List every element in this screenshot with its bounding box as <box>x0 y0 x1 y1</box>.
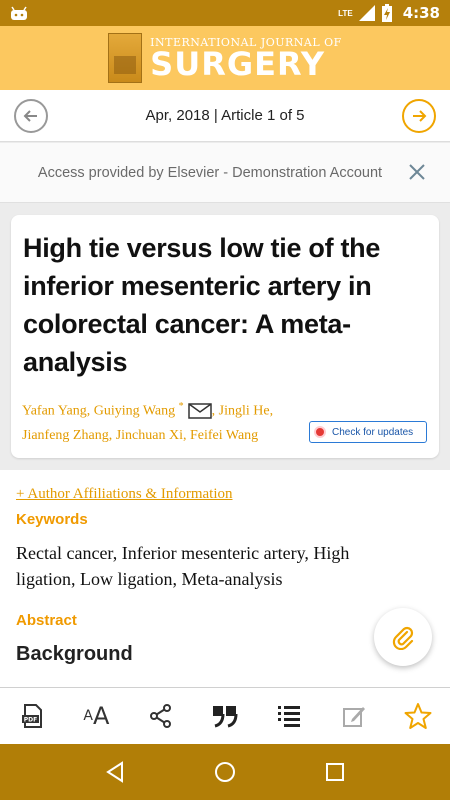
status-bar: LTE 4:38 <box>0 0 450 26</box>
signal-icon <box>358 5 375 21</box>
bottom-toolbar: PDF AA <box>0 687 450 744</box>
abstract-heading: Abstract <box>16 612 77 629</box>
check-for-updates-button[interactable]: Check for updates <box>309 421 427 443</box>
access-banner: Access provided by Elsevier - Demonstrat… <box>0 143 450 203</box>
journal-title-large: SURGERY <box>150 44 326 83</box>
article-title: High tie versus low tie of the inferior … <box>23 233 381 377</box>
note-icon <box>342 707 365 727</box>
cite-button[interactable] <box>205 696 245 736</box>
paperclip-icon <box>392 626 414 650</box>
journal-cover-image <box>108 33 143 83</box>
corresponding-author-mark: * <box>178 401 184 412</box>
font-size-icon-small: A <box>83 708 93 724</box>
attachment-button[interactable] <box>374 608 432 666</box>
author-links[interactable]: Yafan Yang, Guiying Wang <box>22 404 175 419</box>
email-icon[interactable] <box>187 403 212 420</box>
crossmark-icon <box>314 426 326 438</box>
previous-article-button[interactable] <box>14 98 48 133</box>
article-navigation: Apr, 2018 | Article 1 of 5 <box>0 90 450 142</box>
author-list: Yafan Yang, Guiying Wang * , Jingli He, J… <box>22 395 312 448</box>
close-icon[interactable] <box>408 163 426 181</box>
home-circle-icon <box>215 762 235 782</box>
android-icon <box>11 6 27 20</box>
arrow-left-icon <box>23 109 37 122</box>
recents-square-icon <box>326 763 344 781</box>
list-icon <box>278 706 301 727</box>
journal-header: INTERNATIONAL JOURNAL OF SURGERY <box>0 26 450 90</box>
favorite-button[interactable] <box>398 696 438 736</box>
background-heading: Background <box>16 643 133 665</box>
keywords-text: Rectal cancer, Inferior mesenteric arter… <box>16 543 350 589</box>
back-triangle-icon <box>106 761 123 783</box>
access-banner-text: Access provided by Elsevier - Demonstrat… <box>37 164 383 181</box>
home-button[interactable] <box>210 757 240 787</box>
note-button[interactable] <box>334 696 374 736</box>
recents-button[interactable] <box>320 757 350 787</box>
arrow-right-icon <box>413 109 427 122</box>
share-button[interactable] <box>141 696 181 736</box>
battery-icon <box>381 4 392 22</box>
outline-button[interactable] <box>269 696 309 736</box>
author-links-continued[interactable]: , Jingli He, <box>212 404 273 419</box>
star-icon <box>404 703 432 729</box>
author-links-line2[interactable]: Jianfeng Zhang, Jinchuan Xi, Feifei Wang <box>22 428 258 443</box>
status-time: 4:38 <box>402 4 440 22</box>
system-navigation-bar <box>0 744 450 800</box>
pdf-button[interactable]: PDF <box>12 696 52 736</box>
share-icon <box>149 704 171 728</box>
network-type: LTE <box>338 8 353 18</box>
pdf-icon: PDF <box>22 704 43 728</box>
back-button[interactable] <box>100 757 130 787</box>
pdf-icon-label: PDF <box>24 717 37 724</box>
next-article-button[interactable] <box>402 98 436 133</box>
author-affiliations-link[interactable]: + Author Affiliations & Information <box>16 486 434 503</box>
check-for-updates-label: Check for updates <box>332 426 414 438</box>
article-title-card: High tie versus low tie of the inferior … <box>11 215 439 458</box>
keywords-heading: Keywords <box>16 511 88 528</box>
font-size-button[interactable]: AA <box>76 696 116 736</box>
quote-icon <box>212 706 238 728</box>
font-size-icon-large: A <box>93 702 110 730</box>
article-position-label: Apr, 2018 | Article 1 of 5 <box>145 107 305 124</box>
